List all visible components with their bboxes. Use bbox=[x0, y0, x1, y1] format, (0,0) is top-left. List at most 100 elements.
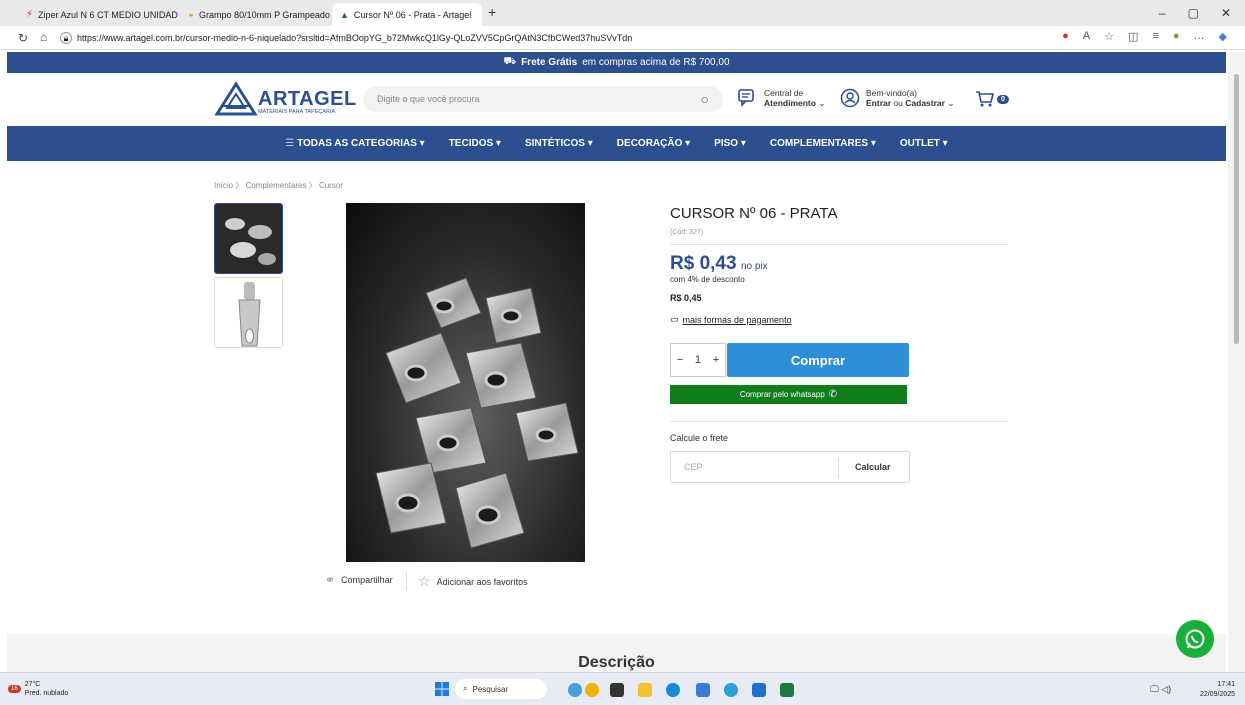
system-tray-icons[interactable]: 🖵︎ ◁) bbox=[1150, 684, 1171, 695]
refresh-icon[interactable]: ↻ bbox=[18, 31, 28, 45]
windows-start-icon[interactable] bbox=[435, 682, 449, 696]
credit-card-icon: ▭ bbox=[670, 314, 679, 324]
cep-input[interactable]: CEP bbox=[684, 462, 703, 472]
split-screen-icon[interactable]: ◫ bbox=[1128, 30, 1138, 43]
promo-text: em compras acima de R$ 700,00 bbox=[582, 57, 730, 68]
edge-icon[interactable] bbox=[666, 683, 680, 697]
outlook-icon[interactable] bbox=[752, 683, 766, 697]
discount-text: com 4% de desconto bbox=[670, 275, 745, 284]
nav-item-piso[interactable]: PISO ▾ bbox=[714, 138, 746, 149]
profile-icon[interactable]: ● bbox=[1173, 30, 1180, 43]
close-window-button[interactable]: ✕ bbox=[1221, 6, 1231, 20]
cart-count-badge: 0 bbox=[997, 94, 1009, 104]
calculate-button[interactable]: Calcular bbox=[855, 462, 891, 472]
quantity-stepper[interactable]: − 1 + bbox=[670, 343, 726, 377]
copilot-icon[interactable]: ◆ bbox=[1219, 30, 1227, 43]
nav-item-sinteticos[interactable]: SINTÉTICOS ▾ bbox=[525, 138, 593, 149]
maximize-button[interactable]: ▢ bbox=[1188, 6, 1199, 20]
weather-widget[interactable]: 16 27°C Pred. nublado bbox=[8, 680, 68, 698]
logo-wordmark: ARTAGEL bbox=[258, 88, 357, 110]
calculator-icon[interactable] bbox=[696, 683, 710, 697]
tab-cursor[interactable]: ▲ Cursor Nº 06 - Prata - Artagel ✕ bbox=[332, 3, 482, 26]
account-link[interactable]: Bem-vindo(a) Entrar ou Cadastrar ⌄ bbox=[840, 88, 954, 108]
truck-icon: ⛟ bbox=[503, 56, 517, 67]
tab-title: Cursor Nº 06 - Prata - Artagel bbox=[353, 9, 472, 20]
nav-item-tecidos[interactable]: TECIDOS ▾ bbox=[449, 138, 501, 149]
regular-price: R$ 0,45 bbox=[670, 293, 702, 303]
tab-title: Grampo 80/10mm P Grampeado bbox=[199, 9, 330, 20]
task-view-icon[interactable] bbox=[610, 683, 624, 697]
main-nav: ☰ TODAS AS CATEGORIAS ▾ TECIDOS ▾ SINTÉT… bbox=[7, 126, 1226, 161]
qty-value[interactable]: 1 bbox=[695, 354, 701, 366]
product-thumbnail-2[interactable] bbox=[214, 277, 283, 348]
nav-item-complementares[interactable]: COMPLEMENTARES ▾ bbox=[770, 138, 876, 149]
product-info: CURSOR Nº 06 - PRATA (Cód: 327) R$ 0,43 … bbox=[670, 203, 1008, 483]
artagel-logo[interactable]: ARTAGEL MATERIAIS PARA TAPEÇARIA bbox=[214, 80, 356, 118]
product-code: (Cód: 327) bbox=[670, 229, 704, 236]
search-icon[interactable]: ○ bbox=[701, 91, 709, 107]
chevron-down-icon: ⌄ bbox=[818, 98, 826, 108]
share-button[interactable]: ⚭ Compartilhar bbox=[325, 573, 393, 587]
clock-date: 22/09/2025 bbox=[1199, 691, 1235, 698]
close-tab-icon[interactable]: ✕ bbox=[480, 8, 482, 21]
buy-button[interactable]: Comprar bbox=[727, 343, 909, 377]
whatsapp-floating-button[interactable] bbox=[1176, 620, 1214, 658]
product-main-image[interactable] bbox=[346, 203, 585, 562]
support-link[interactable]: Central de Atendimento ⌄ bbox=[738, 88, 825, 108]
more-icon[interactable]: … bbox=[1194, 30, 1205, 43]
favorites-list-icon[interactable]: ≡ bbox=[1152, 30, 1158, 43]
account-or: ou bbox=[893, 98, 903, 108]
zipper-slider-image bbox=[215, 278, 282, 347]
extension-icon[interactable]: ● bbox=[1062, 30, 1069, 43]
taskbar-search-label: Pesquisar bbox=[472, 684, 509, 694]
description-title: Descrição bbox=[578, 654, 655, 671]
excel-icon[interactable] bbox=[780, 683, 794, 697]
widgets-icon[interactable] bbox=[568, 683, 582, 697]
cart-button[interactable]: 0 bbox=[975, 90, 1009, 108]
payment-methods-link[interactable]: ▭ mais formas de pagamento bbox=[670, 314, 1008, 325]
divider bbox=[670, 244, 1008, 245]
copilot-taskbar-icon[interactable] bbox=[585, 683, 599, 697]
account-greeting: Bem-vindo(a) bbox=[866, 88, 918, 98]
new-tab-button[interactable]: + bbox=[488, 4, 496, 20]
clock[interactable]: 17:41 22/09/2025 bbox=[1200, 680, 1235, 700]
favorite-star-icon[interactable]: ☆ bbox=[1104, 30, 1114, 43]
teams-icon[interactable] bbox=[724, 683, 738, 697]
register-link[interactable]: Cadastrar bbox=[905, 98, 945, 108]
home-icon[interactable]: ⌂ bbox=[40, 30, 47, 44]
nav-item-decoracao[interactable]: DECORAÇÃO ▾ bbox=[617, 138, 690, 149]
tab-grampo[interactable]: ◒ Grampo 80/10mm P Grampeado ✕ bbox=[180, 3, 330, 26]
browser-tab-bar: ⚡ Ziper Azul N 6 CT MEDIO UNIDAD ✕ ◒ Gra… bbox=[0, 0, 1245, 26]
qty-minus-button[interactable]: − bbox=[677, 354, 683, 366]
user-icon bbox=[840, 88, 860, 108]
breadcrumb-category[interactable]: Complementares bbox=[246, 181, 307, 190]
nav-item-all-categories[interactable]: ☰ TODAS AS CATEGORIAS ▾ bbox=[285, 138, 424, 149]
breadcrumb-current: Cursor bbox=[318, 181, 343, 190]
minimize-button[interactable]: – bbox=[1159, 6, 1166, 20]
url-field[interactable]: 🔒︎ https://www.artagel.com.br/cursor-med… bbox=[60, 30, 1060, 46]
whatsapp-icon bbox=[1185, 629, 1205, 649]
nav-item-outlet[interactable]: OUTLET ▾ bbox=[900, 138, 948, 149]
share-icon: ⚭ bbox=[325, 573, 336, 587]
page-scrollbar[interactable] bbox=[1228, 52, 1245, 672]
login-link[interactable]: Entrar bbox=[866, 98, 891, 108]
qty-plus-button[interactable]: + bbox=[713, 354, 719, 366]
tab-ziper[interactable]: ⚡ Ziper Azul N 6 CT MEDIO UNIDAD ✕ bbox=[18, 3, 178, 26]
scrollbar-thumb[interactable] bbox=[1234, 74, 1239, 344]
search-input[interactable]: Digite o que você procura ○ bbox=[363, 86, 723, 112]
url-text: https://www.artagel.com.br/cursor-medio-… bbox=[77, 33, 633, 43]
shipping-form: CEP Calcular bbox=[670, 451, 910, 483]
pix-label: no pix bbox=[741, 261, 768, 272]
read-aloud-icon[interactable]: A bbox=[1083, 30, 1090, 43]
search-placeholder: Digite o que você procura bbox=[377, 94, 480, 104]
favorite-button[interactable]: ☆ Adicionar aos favoritos bbox=[418, 573, 528, 590]
weather-desc: Pred. nublado bbox=[24, 690, 69, 697]
product-thumbnail-1[interactable] bbox=[214, 203, 283, 274]
taskbar-search[interactable]: ⌕ Pesquisar bbox=[455, 679, 547, 699]
whatsapp-buy-button[interactable]: Comprar pelo whatsapp ✆ bbox=[670, 385, 907, 404]
divider bbox=[406, 572, 407, 590]
breadcrumb-home[interactable]: Início bbox=[214, 181, 233, 190]
search-icon: ⌕ bbox=[463, 684, 468, 693]
file-explorer-icon[interactable] bbox=[638, 683, 652, 697]
cart-icon bbox=[976, 91, 995, 107]
